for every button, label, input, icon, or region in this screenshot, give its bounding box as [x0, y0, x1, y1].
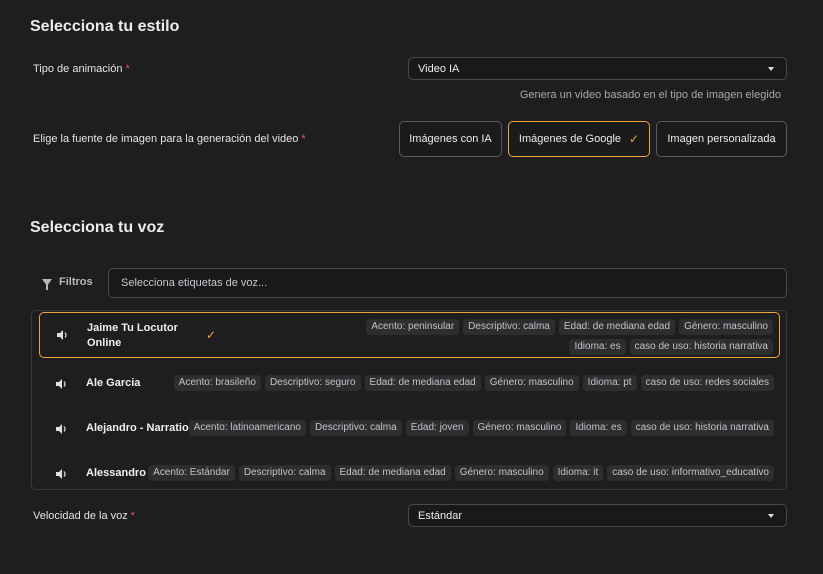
funnel-icon	[42, 278, 52, 290]
check-icon: ✓	[206, 328, 217, 342]
voice-item-alejandro[interactable]: Alejandro - Narrations Acento: latinoame…	[39, 414, 780, 444]
required-mark: *	[130, 510, 136, 522]
animation-helper-text: Genera un video basado en el tipo de ima…	[519, 89, 781, 101]
voice-tag: Edad: de mediana edad	[558, 319, 676, 335]
voice-tag: Acento: peninsular	[366, 319, 460, 335]
voice-tag: Idioma: es	[570, 420, 627, 436]
voice-tags: Acento: brasileño Descriptivo: seguro Ed…	[173, 375, 774, 391]
filters-button[interactable]: Filtros	[42, 276, 93, 290]
filter-placeholder: Selecciona etiquetas de voz...	[121, 277, 268, 289]
voice-tag: Descriptivo: seguro	[264, 375, 361, 391]
voice-tag: Descriptivo: calma	[463, 319, 555, 335]
voice-tags: Acento: peninsular Descriptivo: calma Ed…	[308, 319, 773, 355]
source-option-google-images[interactable]: Imágenes de Google ✓	[508, 121, 650, 157]
speaker-icon[interactable]	[56, 424, 68, 434]
voice-tags: Acento: latinoamericano Descriptivo: cal…	[188, 420, 774, 436]
voice-tag: caso de uso: redes sociales	[640, 375, 774, 391]
style-section-title: Selecciona tu estilo	[30, 18, 180, 35]
voice-tag: Acento: Estándar	[148, 465, 235, 481]
voice-tags-filter-input[interactable]: Selecciona etiquetas de voz...	[108, 268, 787, 298]
voice-tag: Género: masculino	[679, 319, 773, 335]
voice-list[interactable]: Jaime Tu Locutor Online ✓ Acento: penins…	[31, 310, 787, 490]
chevron-down-icon	[768, 67, 774, 71]
source-option-ai-images[interactable]: Imágenes con IA	[399, 121, 502, 157]
voice-item-alessandro[interactable]: Alessandro Acento: Estándar Descriptivo:…	[39, 459, 780, 489]
voice-speed-select[interactable]: Estándar	[408, 504, 787, 527]
animation-type-label: Tipo de animación *	[33, 63, 130, 75]
voice-item-ale-garcia[interactable]: Ale Garcia Acento: brasileño Descriptivo…	[39, 369, 780, 399]
voice-tag: Idioma: it	[552, 465, 604, 481]
voice-tag: Acento: brasileño	[173, 375, 261, 391]
image-source-label: Elige la fuente de imagen para la genera…	[33, 133, 306, 145]
source-option-custom-image[interactable]: Imagen personalizada	[656, 121, 787, 157]
voice-tag: caso de uso: historia narrativa	[630, 420, 774, 436]
voice-item-jaime[interactable]: Jaime Tu Locutor Online ✓ Acento: penins…	[39, 312, 780, 358]
voice-tag: Género: masculino	[472, 420, 567, 436]
speaker-icon[interactable]	[56, 469, 68, 479]
voice-tag: Acento: latinoamericano	[188, 420, 306, 436]
voice-tags: Acento: Estándar Descriptivo: calma Edad…	[148, 465, 774, 481]
voice-name: Ale Garcia	[86, 377, 141, 389]
voice-tag: Edad: de mediana edad	[334, 465, 451, 481]
required-mark: *	[301, 133, 306, 145]
voice-tag: caso de uso: informativo_educativo	[607, 465, 774, 481]
required-mark: *	[125, 63, 130, 75]
voice-name: Jaime Tu Locutor Online	[87, 322, 178, 349]
speaker-icon[interactable]	[57, 330, 69, 340]
animation-type-value: Video IA	[418, 62, 460, 75]
voice-speed-label: Velocidad de la voz *	[33, 510, 136, 522]
voice-speed-value: Estándar	[418, 509, 463, 522]
voice-tag: Edad: de mediana edad	[364, 375, 481, 391]
voice-tag: Idioma: es	[569, 339, 626, 355]
animation-type-select[interactable]: Video IA	[408, 57, 787, 80]
voice-name: Alejandro - Narrations	[86, 422, 202, 434]
voice-section-title: Selecciona tu voz	[30, 219, 165, 236]
voice-tag: Edad: joven	[405, 420, 469, 436]
voice-tag: Idioma: pt	[582, 375, 637, 391]
check-icon: ✓	[629, 132, 640, 146]
voice-tag: caso de uso: historia narrativa	[629, 339, 773, 355]
voice-name: Alessandro	[86, 467, 146, 479]
voice-tag: Descriptivo: calma	[309, 420, 402, 436]
voice-tag: Género: masculino	[484, 375, 579, 391]
voice-tag: Descriptivo: calma	[238, 465, 331, 481]
voice-tag: Género: masculino	[454, 465, 549, 481]
chevron-down-icon	[768, 514, 774, 518]
speaker-icon[interactable]	[56, 379, 68, 389]
